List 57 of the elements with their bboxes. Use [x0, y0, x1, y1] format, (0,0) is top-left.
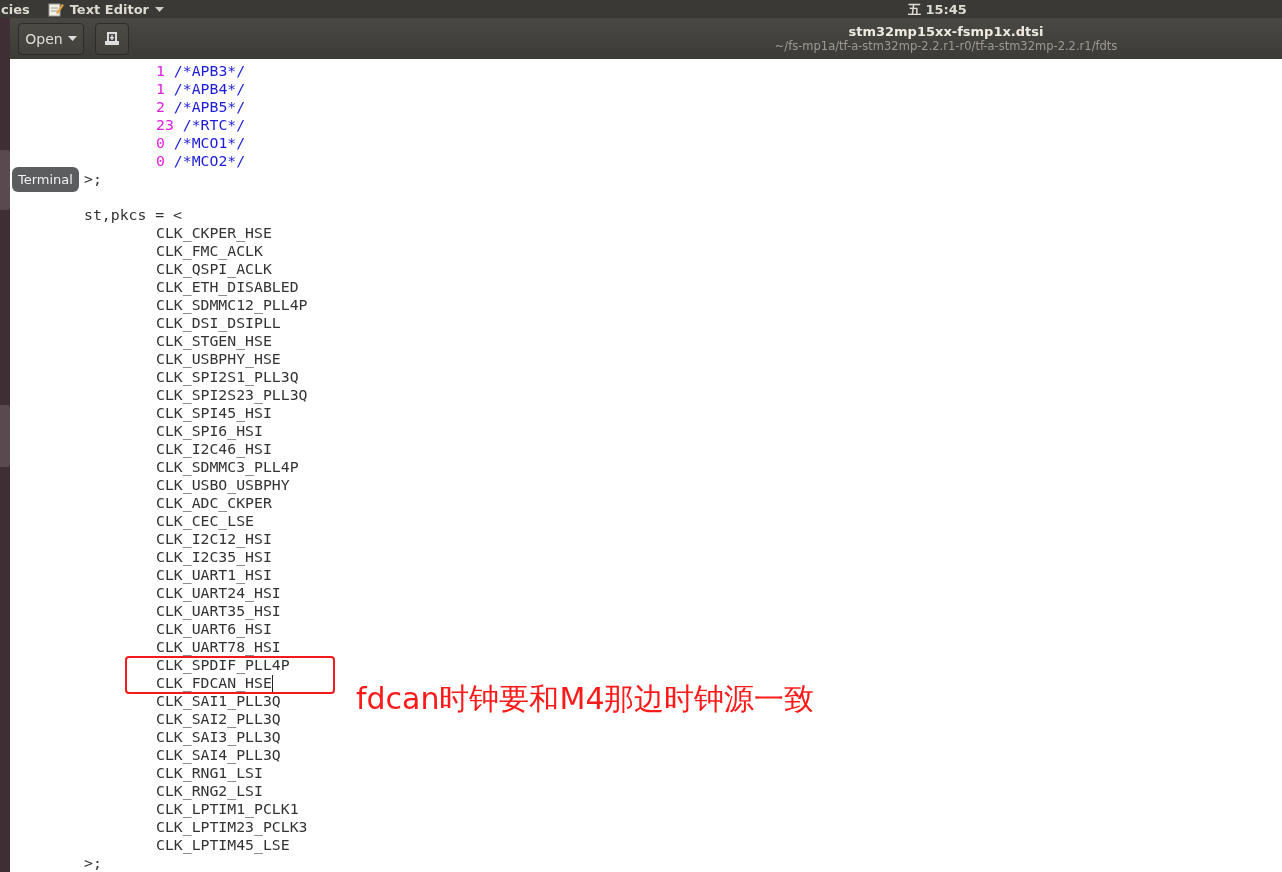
code-line: CLK_ADC_CKPER: [156, 494, 272, 512]
code-line: CLK_RNG1_LSI: [156, 764, 263, 782]
code-line: CLK_UART6_HSI: [156, 620, 272, 638]
code-line: >;: [84, 854, 102, 872]
code-line: CLK_UART24_HSI: [156, 584, 281, 602]
code-line: CLK_SAI2_PLL3Q: [156, 710, 281, 728]
code-line: CLK_SPI2S1_PLL3Q: [156, 368, 299, 386]
caret-icon: [155, 6, 164, 12]
code-line: CLK_DSI_DSIPLL: [156, 314, 281, 332]
code-line: st,pkcs = <: [84, 206, 182, 224]
code-line: CLK_USBPHY_HSE: [156, 350, 281, 368]
notepad-pencil-icon: [47, 1, 64, 17]
file-path: ~/fs-mp1a/tf-a-stm32mp-2.2.r1-r0/tf-a-stm32mp-2.2.r1/fdts: [774, 38, 1118, 54]
code-line: CLK_LPTIM1_PCLK1: [156, 800, 299, 818]
code-line: CLK_SAI1_PLL3Q: [156, 692, 281, 710]
code-line: CLK_LPTIM45_LSE: [156, 836, 290, 854]
code-line: CLK_RNG2_LSI: [156, 782, 263, 800]
code-line: CLK_I2C12_HSI: [156, 530, 272, 548]
app-menu[interactable]: Text Editor: [69, 1, 164, 17]
code-line: CLK_SDMMC3_PLL4P: [156, 458, 299, 476]
caret-icon: [67, 36, 77, 41]
code-line: CLK_SPI6_HSI: [156, 422, 263, 440]
code-line: CLK_FDCAN_HSE: [156, 674, 272, 692]
code-line: CLK_I2C46_HSI: [156, 440, 272, 458]
code-line: CLK_FMC_ACLK: [156, 242, 263, 260]
code-line: CLK_LPTIM23_PCLK3: [156, 818, 308, 836]
code-line: CLK_UART1_HSI: [156, 566, 272, 584]
code-line: CLK_SAI3_PLL3Q: [156, 728, 281, 746]
code-line: CLK_CKPER_HSE: [156, 224, 272, 242]
plus-box-icon: [104, 31, 120, 46]
code-line: CLK_SPDIF_PLL4P: [156, 656, 290, 674]
code-line: 23 /*RTC*/: [156, 116, 246, 134]
code-line: CLK_CEC_LSE: [156, 512, 254, 530]
code-line: CLK_SAI4_PLL3Q: [156, 746, 281, 764]
code-line: 2 /*APB5*/: [156, 98, 246, 116]
code-line: CLK_QSPI_ACLK: [156, 260, 272, 278]
code-line: CLK_UART78_HSI: [156, 638, 281, 656]
code-line: >;: [84, 170, 102, 188]
clock[interactable]: 五 15:45: [908, 1, 967, 19]
new-tab-button[interactable]: [95, 22, 129, 55]
open-button[interactable]: Open: [18, 22, 84, 55]
code-line: CLK_SPI2S23_PLL3Q: [156, 386, 308, 404]
code-line: 1 /*APB4*/: [156, 80, 246, 98]
activities-button[interactable]: cies: [1, 1, 30, 17]
code-line: CLK_USBO_USBPHY: [156, 476, 290, 494]
code-line: CLK_UART35_HSI: [156, 602, 281, 620]
code-line: 0 /*MCO2*/: [156, 152, 246, 170]
code-line: 0 /*MCO1*/: [156, 134, 246, 152]
window-title: stm32mp15xx-fsmp1x.dtsi: [848, 23, 1044, 39]
tooltip: Terminal: [12, 167, 79, 192]
code-line: CLK_SPI45_HSI: [156, 404, 272, 422]
code-line: CLK_STGEN_HSE: [156, 332, 272, 350]
code-line: CLK_I2C35_HSI: [156, 548, 272, 566]
code-line: 1 /*APB3*/: [156, 62, 246, 80]
annotation-text: fdcan时钟要和M4那边时钟源一致: [356, 680, 815, 718]
code-line: CLK_SDMMC12_PLL4P: [156, 296, 308, 314]
code-line: CLK_ETH_DISABLED: [156, 278, 299, 296]
